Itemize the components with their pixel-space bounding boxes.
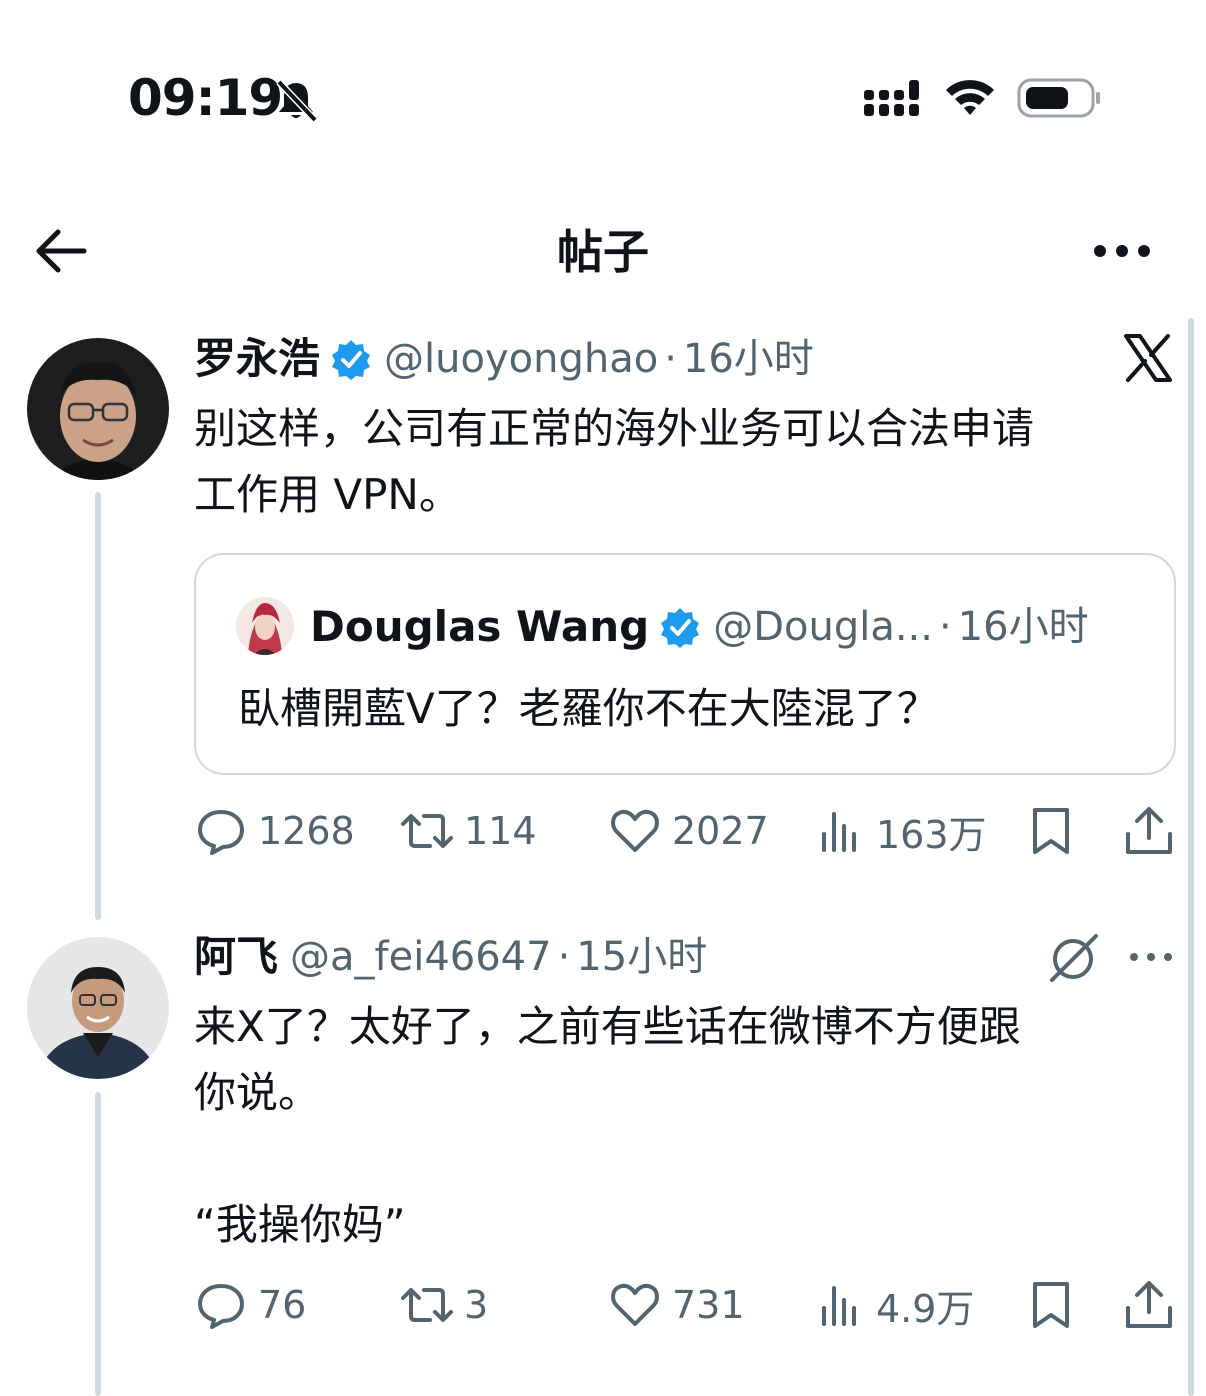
tweet-time[interactable]: 16小时 — [683, 332, 814, 386]
share-button[interactable] — [1122, 1275, 1176, 1335]
reply-button[interactable]: 76 — [194, 1275, 306, 1335]
reply-count: 1268 — [258, 809, 355, 853]
retweet-count: 3 — [464, 1283, 489, 1327]
reply-text-line: “我操你妈” — [194, 1200, 406, 1249]
thread-line — [95, 492, 101, 920]
reply-more-options-icon[interactable] — [1128, 948, 1174, 966]
bookmark-button[interactable] — [1024, 1275, 1078, 1335]
reply-text-line: 来X了？太好了，之前有些话在微博不方便跟 — [194, 1002, 1021, 1051]
reply-author-handle[interactable]: @a_fei46647 — [290, 930, 552, 984]
reply-icon — [198, 1284, 244, 1329]
thread-line — [95, 1092, 101, 1396]
wifi-icon — [946, 80, 994, 115]
tweet-text: 别这样，公司有正常的海外业务可以合法申请 工作用 VPN。 — [194, 396, 1169, 528]
battery-icon — [1017, 78, 1100, 118]
retweet-button[interactable]: 3 — [400, 1275, 488, 1335]
views-count: 163万 — [876, 812, 987, 857]
more-options-icon[interactable] — [1092, 240, 1152, 262]
like-count: 2027 — [672, 809, 769, 853]
author-handle[interactable]: @luoyonghao — [384, 332, 658, 386]
quote-author-handle: @Dougla... — [713, 604, 933, 650]
like-button[interactable]: 2027 — [608, 801, 769, 861]
separator-dot: · — [664, 336, 677, 382]
tweet-actions: 1268 114 2027 163万 — [194, 801, 1176, 861]
avatar-luoyonghao[interactable] — [27, 338, 169, 480]
reply-count: 76 — [258, 1283, 307, 1327]
cellular-signal-icon — [864, 80, 919, 116]
quote-time: 16小时 — [957, 604, 1089, 650]
views-button[interactable]: 163万 — [812, 801, 987, 861]
verified-badge-icon — [332, 340, 371, 380]
reply-meta: 阿飞 @a_fei46647 · 15小时 — [194, 930, 707, 984]
share-button[interactable] — [1122, 801, 1176, 861]
tweet-meta: 罗永浩 @luoyonghao · 16小时 — [194, 332, 814, 386]
quote-text: 臥槽開藍V了？老羅你不在大陸混了？ — [238, 684, 939, 733]
share-icon — [1126, 1281, 1172, 1328]
heart-icon — [611, 1283, 659, 1326]
x-logo-icon — [1124, 334, 1172, 382]
bookmark-icon — [1033, 808, 1069, 854]
avatar-douglas-wang — [236, 597, 294, 655]
heart-icon — [611, 809, 659, 852]
author-name[interactable]: 罗永浩 — [194, 332, 320, 386]
reply-actions: 76 3 731 4.9万 — [194, 1275, 1176, 1335]
scrollbar[interactable] — [1188, 318, 1194, 1396]
status-time: 09:19 — [128, 69, 283, 127]
bell-muted-icon — [276, 79, 318, 123]
quote-tweet-card[interactable]: Douglas Wang @Dougla... · 16小时 臥槽開藍V了？老羅… — [194, 553, 1176, 775]
retweet-icon — [401, 1288, 453, 1322]
reply-time[interactable]: 15小时 — [576, 930, 707, 984]
views-chart-icon — [822, 812, 856, 852]
tweet-text-line: 别这样，公司有正常的海外业务可以合法申请 — [194, 404, 1035, 453]
retweet-button[interactable]: 114 — [400, 801, 537, 861]
quote-author-name: Douglas Wang — [310, 602, 650, 651]
grok-icon[interactable] — [1046, 930, 1102, 986]
reply-text: 来X了？太好了，之前有些话在微博不方便跟 你说。 “我操你妈” — [194, 994, 1169, 1258]
views-count: 4.9万 — [876, 1286, 975, 1331]
avatar-a-fei[interactable] — [27, 937, 169, 1079]
quote-meta: Douglas Wang @Dougla... · 16小时 — [310, 597, 1089, 657]
bookmark-icon — [1033, 1282, 1069, 1328]
verified-badge-icon — [661, 608, 700, 648]
views-button[interactable]: 4.9万 — [812, 1275, 974, 1335]
bookmark-button[interactable] — [1024, 801, 1078, 861]
like-button[interactable]: 731 — [608, 1275, 745, 1335]
reply-author-name[interactable]: 阿飞 — [194, 930, 278, 984]
separator-dot: · — [938, 604, 952, 650]
reply-text-line: 你说。 — [194, 1068, 321, 1117]
retweet-count: 114 — [464, 809, 537, 853]
separator-dot: · — [557, 934, 571, 980]
share-icon — [1126, 807, 1172, 854]
page-title: 帖子 — [557, 225, 649, 279]
reply-button[interactable]: 1268 — [194, 801, 355, 861]
tweet-text-line: 工作用 VPN。 — [194, 470, 461, 519]
retweet-icon — [401, 814, 453, 848]
reply-icon — [198, 810, 244, 855]
views-chart-icon — [822, 1286, 856, 1326]
like-count: 731 — [672, 1283, 745, 1327]
